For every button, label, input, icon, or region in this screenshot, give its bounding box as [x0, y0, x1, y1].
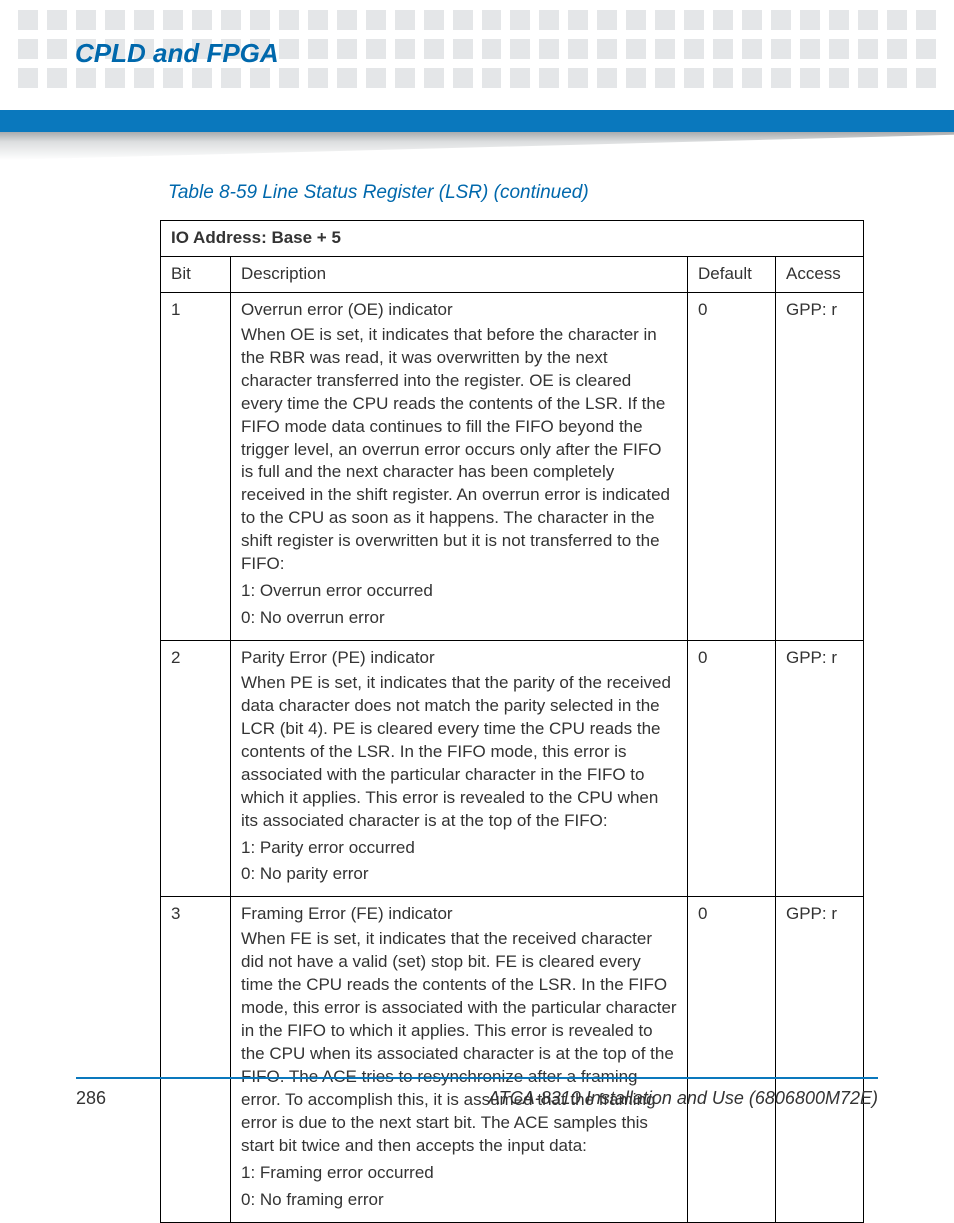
- register-table: IO Address: Base + 5 Bit Description Def…: [160, 220, 864, 1223]
- content-area: Table 8-59 Line Status Register (LSR) (c…: [160, 182, 864, 1223]
- table-row: 3 Framing Error (FE) indicator When FE i…: [161, 897, 864, 1222]
- desc-value-1: 1: Parity error occurred: [241, 837, 677, 860]
- desc-body: When OE is set, it indicates that before…: [241, 324, 677, 576]
- desc-cell: Framing Error (FE) indicator When FE is …: [231, 897, 688, 1222]
- col-desc: Description: [231, 256, 688, 292]
- default-cell: 0: [688, 897, 776, 1222]
- page: CPLD and FPGA Table 8-59 Line Status Reg…: [0, 0, 954, 1145]
- col-bit: Bit: [161, 256, 231, 292]
- desc-title: Overrun error (OE) indicator: [241, 299, 677, 322]
- desc-cell: Overrun error (OE) indicator When OE is …: [231, 292, 688, 640]
- bit-cell: 3: [161, 897, 231, 1222]
- header-shadow: [0, 132, 954, 160]
- desc-value-0: 0: No framing error: [241, 1189, 677, 1212]
- bit-cell: 1: [161, 292, 231, 640]
- access-cell: GPP: r: [776, 641, 864, 897]
- col-default: Default: [688, 256, 776, 292]
- footer-rule: [76, 1077, 878, 1079]
- desc-value-1: 1: Framing error occurred: [241, 1162, 677, 1185]
- bit-cell: 2: [161, 641, 231, 897]
- table-caption: Table 8-59 Line Status Register (LSR) (c…: [168, 182, 864, 204]
- table-row: 2 Parity Error (PE) indicator When PE is…: [161, 641, 864, 897]
- default-cell: 0: [688, 292, 776, 640]
- table-header-address: IO Address: Base + 5: [161, 221, 864, 257]
- desc-cell: Parity Error (PE) indicator When PE is s…: [231, 641, 688, 897]
- access-cell: GPP: r: [776, 292, 864, 640]
- desc-value-0: 0: No overrun error: [241, 607, 677, 630]
- desc-value-1: 1: Overrun error occurred: [241, 580, 677, 603]
- desc-body: When FE is set, it indicates that the re…: [241, 928, 677, 1157]
- desc-body: When PE is set, it indicates that the pa…: [241, 672, 677, 833]
- default-cell: 0: [688, 641, 776, 897]
- access-cell: GPP: r: [776, 897, 864, 1222]
- table-row: 1 Overrun error (OE) indicator When OE i…: [161, 292, 864, 640]
- desc-value-0: 0: No parity error: [241, 863, 677, 886]
- document-id: ATCA-8310 Installation and Use (6806800M…: [488, 1088, 878, 1109]
- desc-title: Parity Error (PE) indicator: [241, 647, 677, 670]
- chapter-title: CPLD and FPGA: [75, 38, 279, 69]
- desc-title: Framing Error (FE) indicator: [241, 903, 677, 926]
- header-rule: [0, 110, 954, 132]
- table-header-columns: Bit Description Default Access: [161, 256, 864, 292]
- col-access: Access: [776, 256, 864, 292]
- io-address-cell: IO Address: Base + 5: [161, 221, 864, 257]
- page-number: 286: [76, 1088, 106, 1109]
